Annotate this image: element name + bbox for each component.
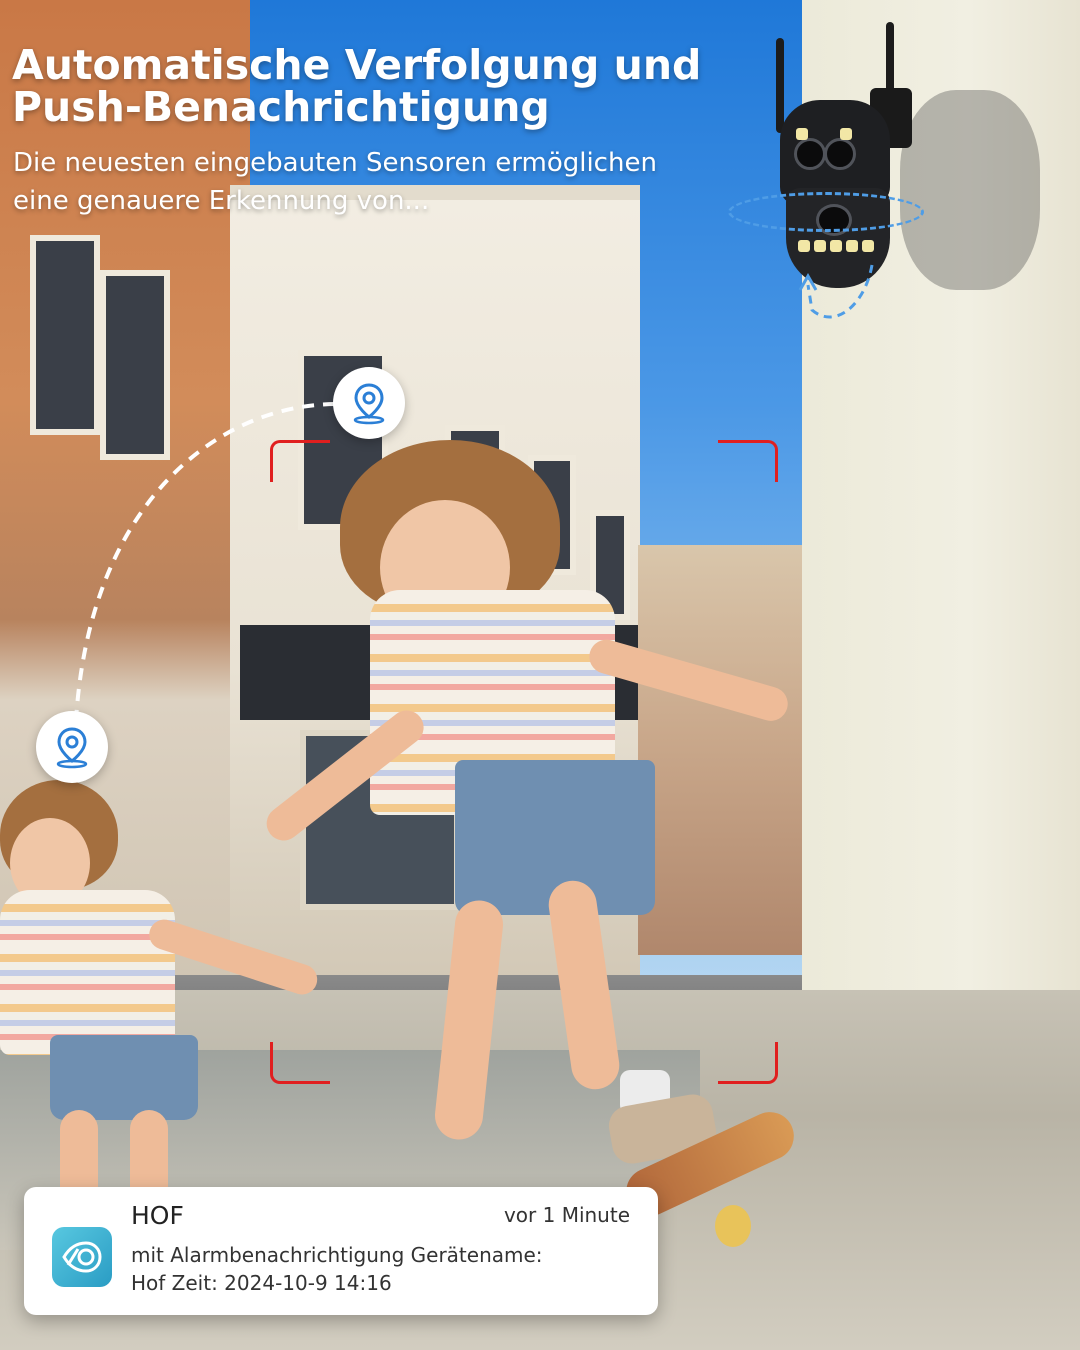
ad-canvas: Automatische Verfolgung und Push-Benachr… [0, 0, 1080, 1350]
location-pin-icon [333, 367, 405, 439]
tracking-frame-corner-top-left [270, 440, 330, 482]
rotation-arrow-icon [806, 264, 874, 319]
tracking-frame-corner-bottom-right [718, 1042, 778, 1084]
push-notification[interactable]: HOF vor 1 Minute mit Alarmbenachrichtigu… [24, 1187, 658, 1315]
headline: Automatische Verfolgung und Push-Benachr… [12, 41, 702, 131]
camera-eye-icon [52, 1227, 112, 1287]
tracking-frame-corner-bottom-left [270, 1042, 330, 1084]
location-pin-icon [36, 711, 108, 783]
notification-app-name: HOF [131, 1201, 184, 1230]
tracking-frame-corner-top-right [718, 440, 778, 482]
notification-message: mit Alarmbenachrichtigung Gerätename: Ho… [131, 1243, 543, 1295]
notification-timestamp: vor 1 Minute [503, 1203, 630, 1227]
subheadline: Die neuesten eingebauten Sensoren ermögl… [13, 148, 657, 216]
